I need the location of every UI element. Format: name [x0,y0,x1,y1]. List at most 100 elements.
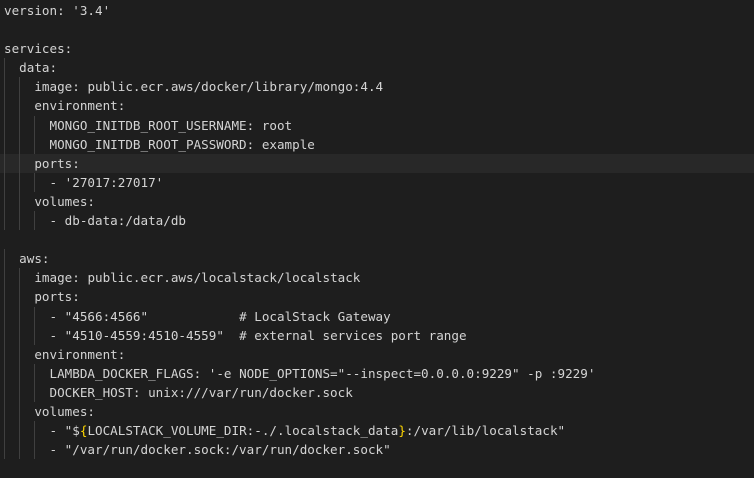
code-line[interactable]: aws: [0,249,754,269]
punctuation: : [72,79,88,95]
punctuation: - [49,308,65,324]
punctuation [148,309,239,324]
punctuation: - [49,213,65,229]
yaml-value: unix:///var/run/docker.sock [148,384,353,400]
code-line[interactable] [0,230,754,249]
code-line[interactable]: - db-data:/data/db [0,211,754,231]
yaml-key: volumes [34,403,88,419]
code-line[interactable]: environment: [0,344,754,364]
yaml-value: '27017:27017' [64,174,164,190]
indentation [4,366,50,381]
code-line[interactable]: services: [0,39,754,58]
indent-guide [34,134,36,154]
indent-guide [19,287,21,307]
yaml-value: example [261,136,315,152]
indentation [4,251,19,266]
punctuation: : [64,41,73,57]
yaml-value: root [261,117,293,133]
indent-guide [4,421,5,441]
code-line[interactable]: data: [0,58,754,78]
yaml-key: version [4,3,58,18]
punctuation [224,328,239,343]
code-line[interactable]: environment: [0,96,754,116]
indent-guide [19,211,21,231]
yaml-key: image [34,79,73,95]
yaml-key: aws [19,251,42,267]
indent-guide [19,363,21,383]
indent-guide [19,191,21,212]
indentation [4,328,50,343]
code-line[interactable]: - "${LOCALSTACK_VOLUME_DIR:-./.localstac… [0,421,754,441]
indent-guide [4,153,5,173]
code-line[interactable]: - "/var/run/docker.sock:/var/run/docker.… [0,440,754,460]
indent-guide [4,401,5,422]
indent-guide [4,268,5,288]
indent-guide [4,382,5,402]
bracket: } [398,423,406,439]
code-line[interactable] [0,20,754,39]
indentation [4,442,50,457]
code-line[interactable]: - '27017:27017' [0,172,754,192]
punctuation: : [41,251,50,267]
code-line[interactable]: DOCKER_HOST: unix:///var/run/docker.sock [0,382,754,402]
yaml-value: public.ecr.aws/docker/library/mongo:4.4 [87,79,384,95]
indent-guide [19,401,21,422]
indentation [4,385,50,400]
punctuation: : [87,193,96,209]
indent-guide [34,115,36,135]
indent-guide [34,440,36,460]
yaml-value: "4566:4566" [64,308,149,324]
indentation [4,213,50,228]
code-line[interactable]: image: public.ecr.aws/localstack/localst… [0,268,754,288]
yaml-key: ports [34,155,73,171]
yaml-key: image [34,270,73,286]
indent-guide [4,363,5,383]
punctuation: - [49,174,65,190]
indent-guide [4,306,5,326]
indent-guide [4,344,5,364]
yaml-value: db-data:/data/db [64,213,186,229]
indent-guide [19,306,21,326]
code-editor[interactable]: version: '3.4' services: data: image: pub… [0,0,754,478]
indent-guide [4,172,5,192]
yaml-value: LOCALSTACK_VOLUME_DIR:-./.localstack_dat… [87,423,399,439]
indent-guide [4,191,5,212]
yaml-value: '-e NODE_OPTIONS="--inspect=0.0.0.0:9229… [208,365,596,381]
punctuation: : [72,155,80,171]
indentation [4,309,50,324]
code-line[interactable]: - "4566:4566" # LocalStack Gateway [0,306,754,326]
yaml-key: ports [34,289,73,305]
yaml-value: '3.4' [72,3,111,18]
punctuation: : [72,289,80,305]
indent-guide [4,77,5,97]
indent-guide [34,363,36,383]
code-line[interactable] [0,459,754,478]
indentation [4,423,50,438]
code-line[interactable]: version: '3.4' [0,1,754,20]
indent-guide [4,115,5,135]
code-line[interactable]: volumes: [0,401,754,422]
punctuation: : [117,346,126,362]
indent-guide [34,306,36,326]
indent-guide [19,134,21,154]
yaml-key: services [4,41,65,57]
indentation [4,137,50,152]
code-line[interactable]: volumes: [0,191,754,212]
indent-guide [19,153,21,173]
indent-guide [19,325,21,345]
code-line[interactable]: MONGO_INITDB_ROOT_PASSWORD: example [0,134,754,154]
yaml-comment: # LocalStack Gateway [239,308,391,324]
code-line[interactable]: image: public.ecr.aws/docker/library/mon… [0,77,754,97]
code-line[interactable]: - "4510-4559:4510-4559" # external servi… [0,325,754,345]
code-line[interactable]: ports: [0,287,754,307]
yaml-key: environment [34,98,118,114]
indent-guide [19,77,21,97]
indent-guide [19,440,21,460]
yaml-value: "/var/run/docker.sock:/var/run/docker.so… [64,442,391,458]
code-line[interactable]: LAMBDA_DOCKER_FLAGS: '-e NODE_OPTIONS="-… [0,363,754,383]
punctuation: : [246,117,262,133]
punctuation: : [246,136,262,152]
indent-guide [19,421,21,441]
code-line[interactable]: MONGO_INITDB_ROOT_USERNAME: root [0,115,754,135]
code-line[interactable]: ports: [0,153,754,173]
